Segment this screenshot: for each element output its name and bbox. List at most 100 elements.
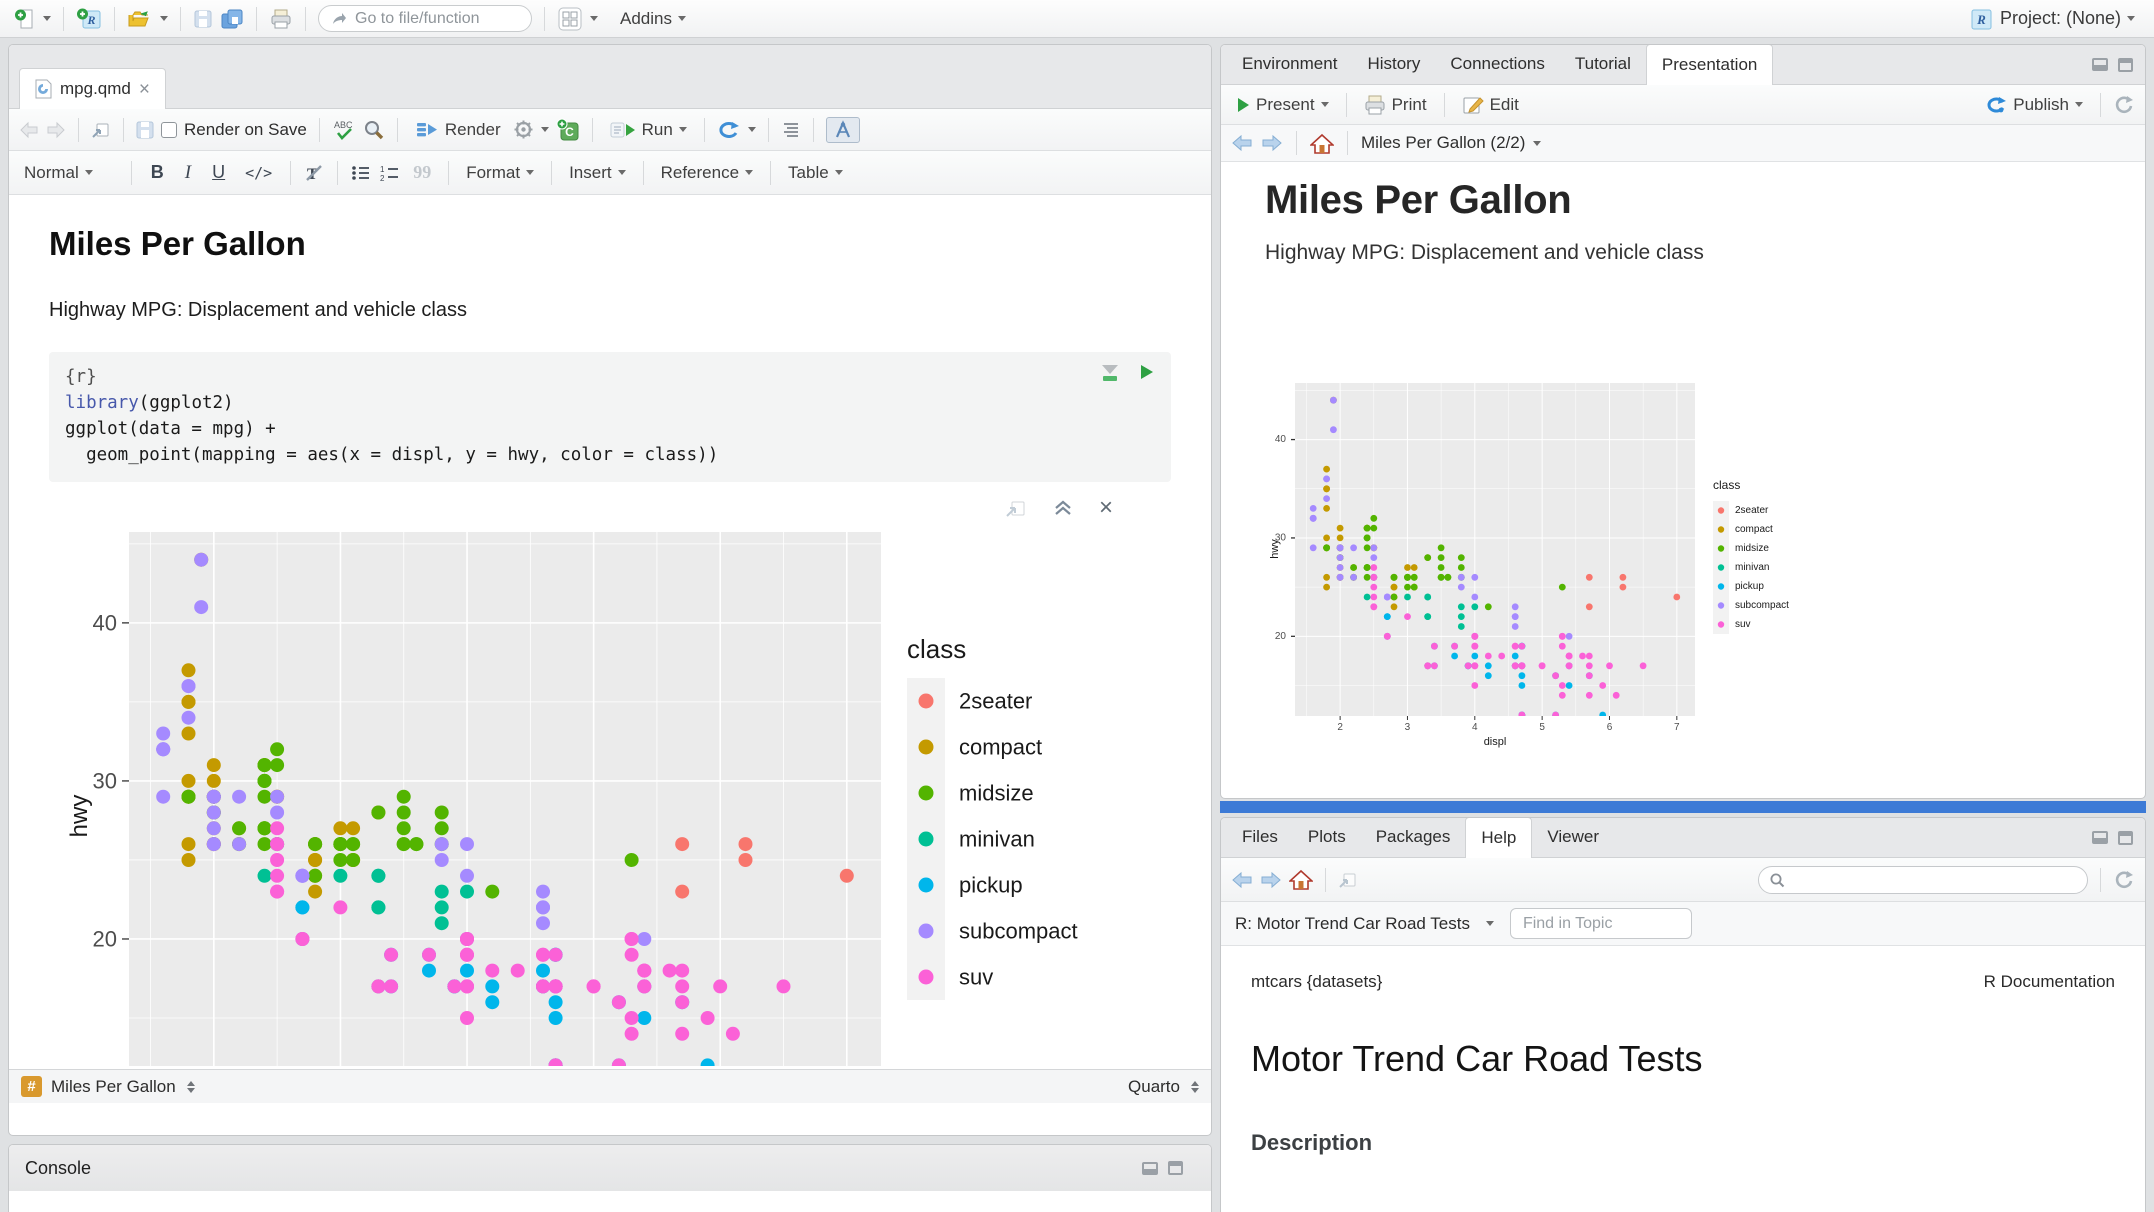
edit-button[interactable]: Edit — [1457, 92, 1524, 118]
search-icon — [1769, 872, 1785, 888]
slide-nav-caret[interactable] — [1533, 141, 1541, 146]
tab-presentation[interactable]: Presentation — [1646, 44, 1773, 85]
present-button[interactable]: Present — [1231, 92, 1334, 118]
project-menu[interactable]: R Project: (None) — [1965, 4, 2140, 34]
open-folder-caret[interactable] — [160, 16, 168, 21]
help-home-icon[interactable] — [1289, 869, 1313, 890]
help-popout-icon[interactable] — [1338, 871, 1358, 889]
new-project-icon[interactable]: R — [76, 7, 102, 31]
save-icon[interactable] — [193, 9, 213, 29]
addins-menu[interactable]: Addins — [615, 6, 691, 32]
new-file-caret[interactable] — [43, 16, 51, 21]
insert-menu[interactable]: Insert — [564, 160, 631, 186]
outline-icon[interactable] — [781, 121, 801, 139]
rerun-caret[interactable] — [748, 127, 756, 132]
tab-history[interactable]: History — [1352, 44, 1435, 84]
help-topic-caret[interactable] — [1486, 921, 1494, 926]
blockquote-icon[interactable]: 99 — [408, 162, 436, 183]
maximize-icon[interactable] — [2118, 58, 2133, 72]
slide-forward-icon[interactable] — [1261, 134, 1283, 152]
table-menu[interactable]: Table — [783, 160, 848, 186]
visual-editor-toggle-icon[interactable] — [826, 117, 860, 143]
refresh-icon[interactable] — [2113, 94, 2135, 116]
slide-back-icon[interactable] — [1231, 134, 1253, 152]
goto-file-input[interactable] — [355, 10, 515, 28]
tab-mpg-qmd[interactable]: mpg.qmd — [19, 68, 166, 109]
project-caret — [2127, 16, 2135, 21]
bullet-list-icon[interactable] — [350, 164, 372, 182]
rerun-icon[interactable] — [717, 119, 741, 141]
run-button[interactable]: Run — [605, 117, 692, 143]
save-all-icon[interactable] — [220, 8, 244, 30]
help-refresh-icon[interactable] — [2113, 869, 2135, 891]
run-chunks-above-icon[interactable] — [1099, 362, 1121, 382]
underline-button[interactable]: U — [205, 162, 232, 183]
insert-chunk-icon[interactable]: C — [556, 118, 580, 142]
render-button[interactable]: Render — [410, 117, 506, 143]
maximize-icon[interactable] — [2118, 831, 2133, 845]
minimize-icon[interactable] — [2092, 58, 2108, 71]
tab-connections[interactable]: Connections — [1435, 44, 1560, 84]
minimize-icon[interactable] — [2092, 831, 2108, 844]
tab-help[interactable]: Help — [1465, 817, 1532, 858]
help-topic-label[interactable]: R: Motor Trend Car Road Tests — [1235, 914, 1470, 934]
help-search-box[interactable] — [1758, 866, 2088, 894]
goto-file-box[interactable] — [318, 5, 532, 32]
code-format-button[interactable]: </> — [239, 164, 278, 182]
format-menu[interactable]: Format — [461, 160, 539, 186]
back-icon[interactable] — [19, 121, 39, 139]
status-section-label[interactable]: Miles Per Gallon — [51, 1077, 176, 1097]
bold-button[interactable]: B — [144, 162, 171, 183]
forward-icon[interactable] — [46, 121, 66, 139]
pane-resize-handle[interactable] — [1220, 801, 2146, 813]
help-back-icon[interactable] — [1231, 871, 1253, 889]
tab-viewer[interactable]: Viewer — [1532, 817, 1614, 857]
presentation-nav-row: Miles Per Gallon (2/2) — [1221, 125, 2145, 162]
console-header[interactable]: Console — [9, 1145, 1211, 1191]
clear-formatting-icon[interactable]: T — [303, 163, 325, 183]
print-icon[interactable] — [269, 8, 293, 30]
mode-selector-icon[interactable] — [1191, 1081, 1199, 1093]
help-forward-icon[interactable] — [1260, 871, 1282, 889]
slide-nav-label[interactable]: Miles Per Gallon (2/2) — [1361, 133, 1525, 153]
tab-environment[interactable]: Environment — [1227, 44, 1352, 84]
print-button[interactable]: Print — [1359, 92, 1432, 118]
tab-plots[interactable]: Plots — [1293, 817, 1361, 857]
search-icon[interactable] — [363, 119, 385, 141]
status-mode-label[interactable]: Quarto — [1128, 1077, 1180, 1097]
maximize-icon[interactable] — [1168, 1161, 1183, 1175]
run-chunk-icon[interactable] — [1139, 363, 1155, 381]
spellcheck-icon[interactable]: ABC — [332, 119, 356, 141]
find-in-topic-input[interactable] — [1510, 908, 1692, 939]
clear-output-icon[interactable] — [1099, 496, 1113, 520]
pane-layout-icon[interactable] — [557, 6, 583, 32]
reference-menu[interactable]: Reference — [656, 160, 758, 186]
chunk-code: {r}library(ggplot2)ggplot(data = mpg) + … — [65, 364, 1155, 468]
document-canvas[interactable]: Miles Per Gallon Highway MPG: Displaceme… — [9, 195, 1211, 1103]
paragraph-style-select[interactable]: Normal — [19, 160, 98, 186]
render-options-caret[interactable] — [541, 127, 549, 132]
popout-output-icon[interactable] — [1005, 498, 1027, 518]
tab-files[interactable]: Files — [1227, 817, 1293, 857]
home-icon[interactable] — [1310, 133, 1334, 154]
tab-packages[interactable]: Packages — [1361, 817, 1466, 857]
minimize-icon[interactable] — [1142, 1162, 1158, 1175]
tab-tutorial[interactable]: Tutorial — [1560, 44, 1646, 84]
publish-button[interactable]: Publish — [1980, 92, 2088, 118]
close-tab-icon[interactable] — [139, 80, 150, 99]
save-icon[interactable] — [136, 121, 154, 139]
italic-button[interactable]: I — [178, 162, 198, 184]
new-file-icon[interactable] — [14, 8, 36, 30]
collapse-output-icon[interactable] — [1053, 500, 1073, 516]
render-on-save-checkbox[interactable] — [161, 122, 177, 138]
gear-icon[interactable] — [513, 119, 534, 140]
code-chunk[interactable]: {r}library(ggplot2)ggplot(data = mpg) + … — [49, 352, 1171, 482]
open-folder-icon[interactable] — [127, 8, 153, 30]
popout-icon[interactable] — [91, 121, 111, 139]
pane-layout-caret[interactable] — [590, 16, 598, 21]
section-selector-icon[interactable] — [187, 1081, 195, 1093]
present-play-icon — [1236, 97, 1250, 113]
help-search-input[interactable] — [1791, 871, 2077, 888]
presentation-plot: 203040234567displhwyclass2seatercompactm… — [1265, 377, 2145, 756]
numbered-list-icon[interactable]: 12 — [379, 164, 401, 182]
